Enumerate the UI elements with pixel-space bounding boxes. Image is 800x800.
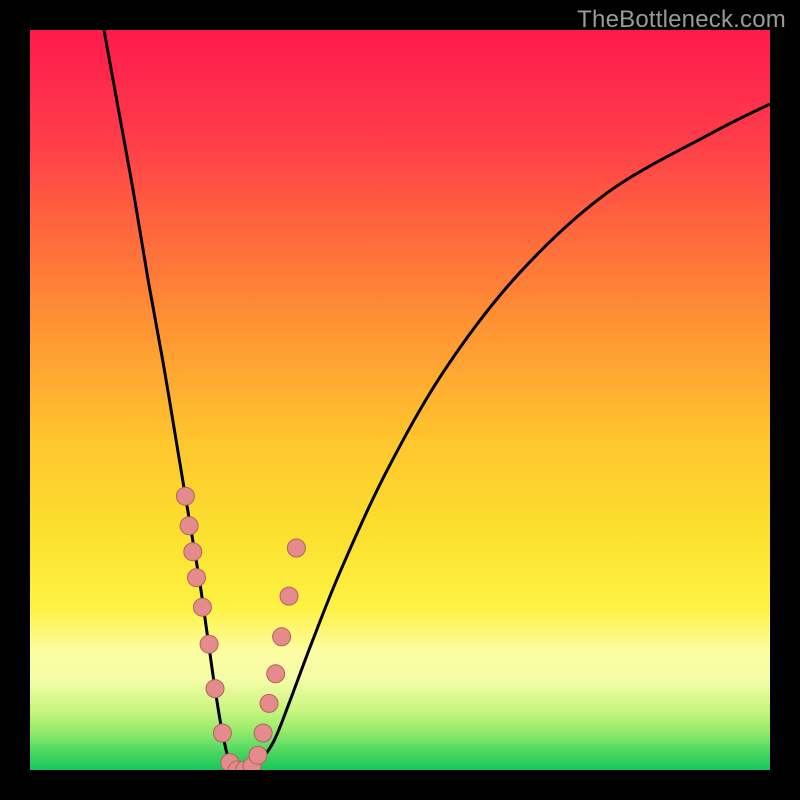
data-marker: [200, 635, 218, 653]
bottleneck-curve: [104, 30, 770, 770]
data-marker: [280, 587, 298, 605]
data-marker: [180, 517, 198, 535]
data-marker: [267, 665, 285, 683]
data-marker: [249, 746, 267, 764]
data-marker: [206, 680, 224, 698]
data-marker: [254, 724, 272, 742]
curve-layer: [30, 30, 770, 770]
data-marker: [176, 487, 194, 505]
data-marker: [213, 724, 231, 742]
chart-container: TheBottleneck.com: [0, 0, 800, 800]
data-marker: [188, 569, 206, 587]
data-marker: [184, 543, 202, 561]
plot-area: [30, 30, 770, 770]
data-marker: [287, 539, 305, 557]
data-marker: [193, 598, 211, 616]
marker-group: [176, 487, 305, 770]
data-marker: [260, 694, 278, 712]
data-marker: [273, 628, 291, 646]
